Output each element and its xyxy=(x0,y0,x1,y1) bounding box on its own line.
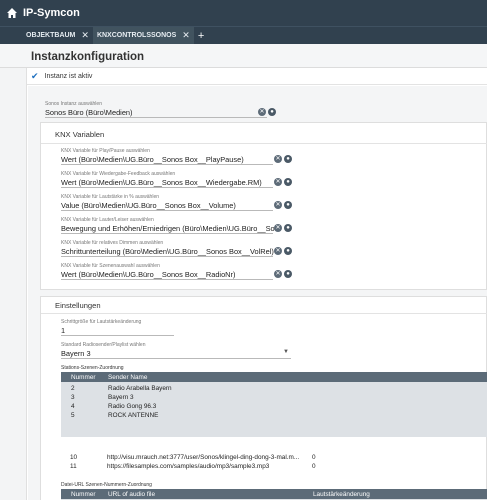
field-label: KNX Variable für Wiedergabe-Feedback aus… xyxy=(61,171,176,177)
cell-number: 2 xyxy=(71,385,75,392)
clear-icon[interactable]: ✕ xyxy=(258,108,266,116)
tab-label: KNXCONTROLSSONOS xyxy=(96,32,177,39)
page-header: Instanzkonfiguration xyxy=(0,44,487,68)
field-label: KNX Variable für Szenenauswahl auswählen xyxy=(61,263,160,269)
field-label: KNX Variable für Play/Pause auswählen xyxy=(61,148,150,154)
knx-updown-select[interactable]: Bewegung und Erhöhen/Erniedrigen (Büro\M… xyxy=(61,224,275,233)
sidebar-strip xyxy=(0,68,27,500)
cell-sender: ROCK ANTENNE xyxy=(108,412,159,419)
edit-variable-icon[interactable]: ● xyxy=(284,178,292,186)
column-header[interactable]: Sender Name xyxy=(108,374,147,381)
edit-instance-icon[interactable]: ● xyxy=(268,108,276,116)
config-content: Sonos Instanz auswählen Sonos Büro (Büro… xyxy=(28,86,487,500)
default-radio-select[interactable]: Bayern 3 xyxy=(61,349,261,358)
cell-url: http://visu.mrauch.net:3777/user/Sonos/k… xyxy=(107,454,300,461)
knx-playpause-select[interactable]: Wert (Büro\Medien\UG.Büro__Sonos Box__Pl… xyxy=(61,155,275,164)
cell-number: 5 xyxy=(71,412,75,419)
check-icon: ✔ xyxy=(31,71,39,81)
clear-icon[interactable]: ✕ xyxy=(274,247,282,255)
close-icon[interactable]: ✕ xyxy=(81,30,89,41)
edit-variable-icon[interactable]: ● xyxy=(284,155,292,163)
field-label: KNX Variable für Lauter/Leiser auswählen xyxy=(61,217,154,223)
knx-variables-card: KNX Variablen KNX Variable für Play/Paus… xyxy=(40,122,487,290)
card-title: KNX Variablen xyxy=(55,130,105,139)
chevron-down-icon[interactable]: ▼ xyxy=(283,349,289,355)
tab-objektbaum[interactable]: OBJEKTBAUM ✕ xyxy=(22,27,93,44)
tab-label: OBJEKTBAUM xyxy=(26,32,76,39)
field-label: KNX Variable für Lautstärke in % auswähl… xyxy=(61,194,160,200)
edit-variable-icon[interactable]: ● xyxy=(284,247,292,255)
card-title: Einstellungen xyxy=(55,301,101,310)
cell-url: https://filesamples.com/samples/audio/mp… xyxy=(107,463,270,470)
app-brand: IP-Symcon xyxy=(23,7,80,19)
table-header: Nummer URL of audio file Lautstärkeänder… xyxy=(61,489,487,499)
top-bar: IP-Symcon xyxy=(0,0,487,26)
cell-number: 4 xyxy=(71,403,75,410)
status-text: Instanz ist aktiv xyxy=(44,73,93,80)
edit-variable-icon[interactable]: ● xyxy=(284,270,292,278)
column-header[interactable]: Lautstärkeänderung xyxy=(313,491,370,498)
column-header[interactable]: URL of audio file xyxy=(108,491,155,498)
cell-volume-change: 0 xyxy=(312,463,316,470)
step-size-label: Schrittgröße für Lautstärkeänderung xyxy=(61,319,142,325)
knx-scene-select[interactable]: Wert (Büro\Medien\UG.Büro__Sonos Box__Ra… xyxy=(61,270,275,279)
tab-knxcontrolssonos[interactable]: KNXCONTROLSSONOS ✕ xyxy=(92,27,194,44)
column-header[interactable]: Nummer xyxy=(71,374,96,381)
cell-sender: Bayern 3 xyxy=(108,394,134,401)
cell-sender: Radio Gong 96.3 xyxy=(108,403,157,410)
cell-volume-change: 0 xyxy=(312,454,316,461)
close-icon[interactable]: ✕ xyxy=(182,30,190,41)
clear-icon[interactable]: ✕ xyxy=(274,155,282,163)
edit-variable-icon[interactable]: ● xyxy=(284,201,292,209)
tab-bar: OBJEKTBAUM ✕ KNXCONTROLSSONOS ✕ + xyxy=(0,26,487,44)
instance-status: ✔ Instanz ist aktiv xyxy=(27,69,487,85)
home-icon[interactable] xyxy=(6,7,18,19)
knx-feedback-select[interactable]: Wert (Büro\Medien\UG.Büro__Sonos Box__Wi… xyxy=(61,178,275,187)
knx-volume-select[interactable]: Value (Büro\Medien\UG.Büro__Sonos Box__V… xyxy=(61,201,275,210)
table-header: Nummer Sender Name xyxy=(61,372,487,382)
cell-number: 10 xyxy=(70,454,78,461)
add-tab-icon[interactable]: + xyxy=(194,27,208,44)
page-title: Instanzkonfiguration xyxy=(31,51,145,63)
clear-icon[interactable]: ✕ xyxy=(274,178,282,186)
clear-icon[interactable]: ✕ xyxy=(274,224,282,232)
cell-number: 3 xyxy=(71,394,75,401)
field-label: KNX Variable für relatives Dimmen auswäh… xyxy=(61,240,164,246)
column-header[interactable]: Nummer xyxy=(71,491,96,498)
sonos-label: Sonos Instanz auswählen xyxy=(45,101,102,107)
step-size-input[interactable]: 1 xyxy=(61,326,171,335)
stations-table-caption: Stations-Szenen-Zuordnung xyxy=(61,365,124,371)
files-table-caption: Datei-URL Szenen-Nummern-Zuordnung xyxy=(61,482,152,488)
cell-number: 11 xyxy=(70,463,77,470)
clear-icon[interactable]: ✕ xyxy=(274,270,282,278)
stations-table: Nummer Sender Name 2 Radio Arabella Baye… xyxy=(61,372,487,437)
files-table: Nummer URL of audio file Lautstärkeänder… xyxy=(61,489,487,500)
sonos-instance-select[interactable]: Sonos Büro (Büro\Medien) xyxy=(45,108,265,117)
clear-icon[interactable]: ✕ xyxy=(274,201,282,209)
edit-variable-icon[interactable]: ● xyxy=(284,224,292,232)
cell-sender: Radio Arabella Bayern xyxy=(108,385,172,392)
knx-reldim-select[interactable]: Schrittunterteilung (Büro\Medien\UG.Büro… xyxy=(61,247,275,256)
default-radio-label: Standard Radiosender/Playlist wählen xyxy=(61,342,146,348)
